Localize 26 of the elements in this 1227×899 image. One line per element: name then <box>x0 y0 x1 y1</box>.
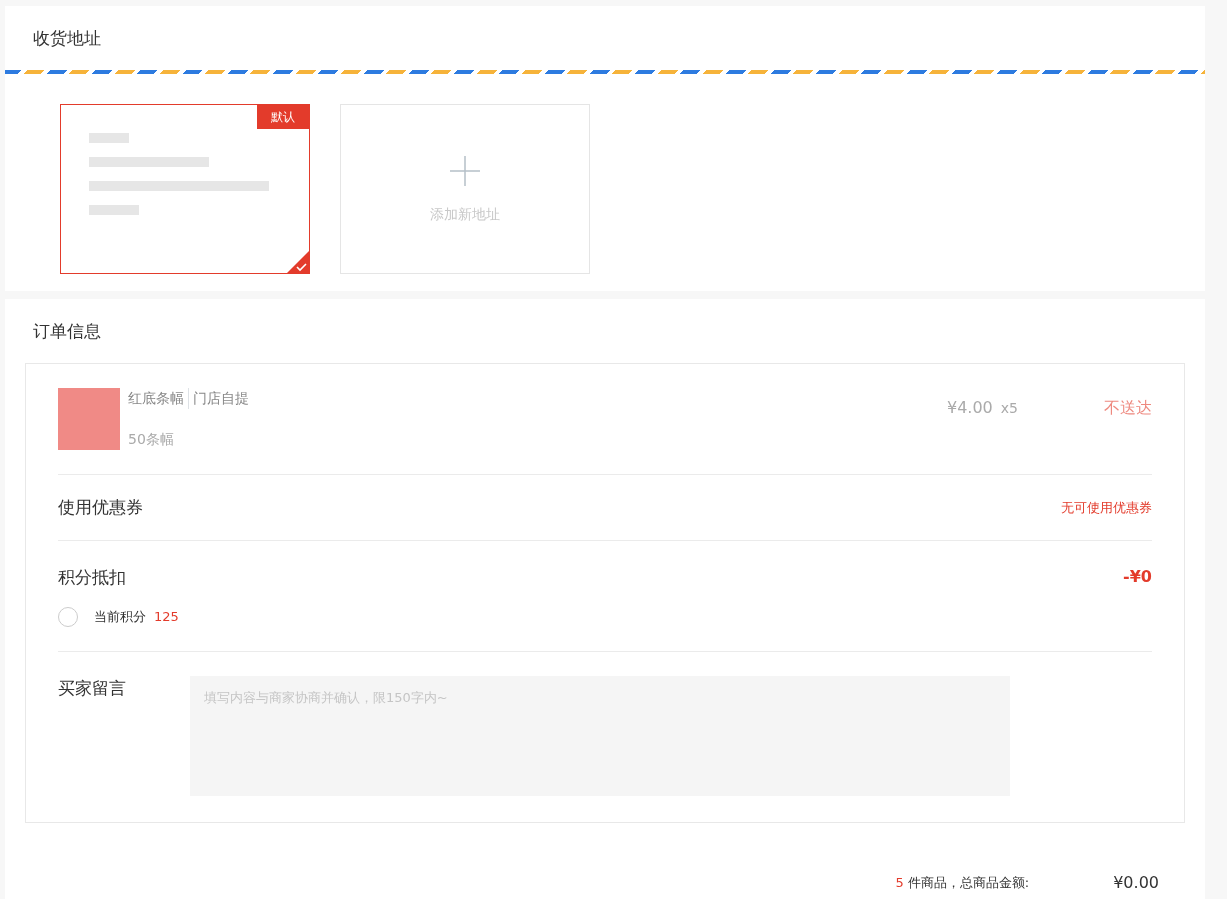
delivery-status: 不送达 <box>1104 397 1152 419</box>
coupon-status[interactable]: 无可使用优惠券 <box>1061 497 1152 518</box>
product-price: ¥4.00 <box>947 397 993 419</box>
check-icon <box>287 251 309 273</box>
points-discount: -¥0 <box>1123 566 1152 588</box>
radio-button[interactable] <box>58 606 78 627</box>
summary-label: 件商品，总商品金额: <box>907 873 1030 892</box>
plus-icon <box>448 153 482 188</box>
points-label: 积分抵扣 <box>58 566 126 589</box>
redacted-text <box>89 205 139 215</box>
total-amount: ¥0.00 <box>1113 871 1159 894</box>
coupon-label: 使用优惠券 <box>58 495 143 519</box>
section-title: 收货地址 <box>32 27 102 50</box>
section-title: 订单信息 <box>32 320 102 343</box>
product-spec: 50条幅 <box>128 430 175 449</box>
product-name: 红底条幅 <box>128 389 184 408</box>
product-quantity: x5 <box>1000 398 1018 418</box>
points-option-label: 当前积分 <box>94 607 146 626</box>
points-balance: 125 <box>154 607 179 626</box>
address-card[interactable]: 默认 <box>60 104 310 274</box>
product-image <box>58 388 120 450</box>
redacted-text <box>89 133 129 143</box>
delivery-method: 门店自提 <box>188 388 249 409</box>
default-badge: 默认 <box>257 105 309 129</box>
message-label: 买家留言 <box>58 676 127 700</box>
item-count: 5 <box>895 873 904 892</box>
